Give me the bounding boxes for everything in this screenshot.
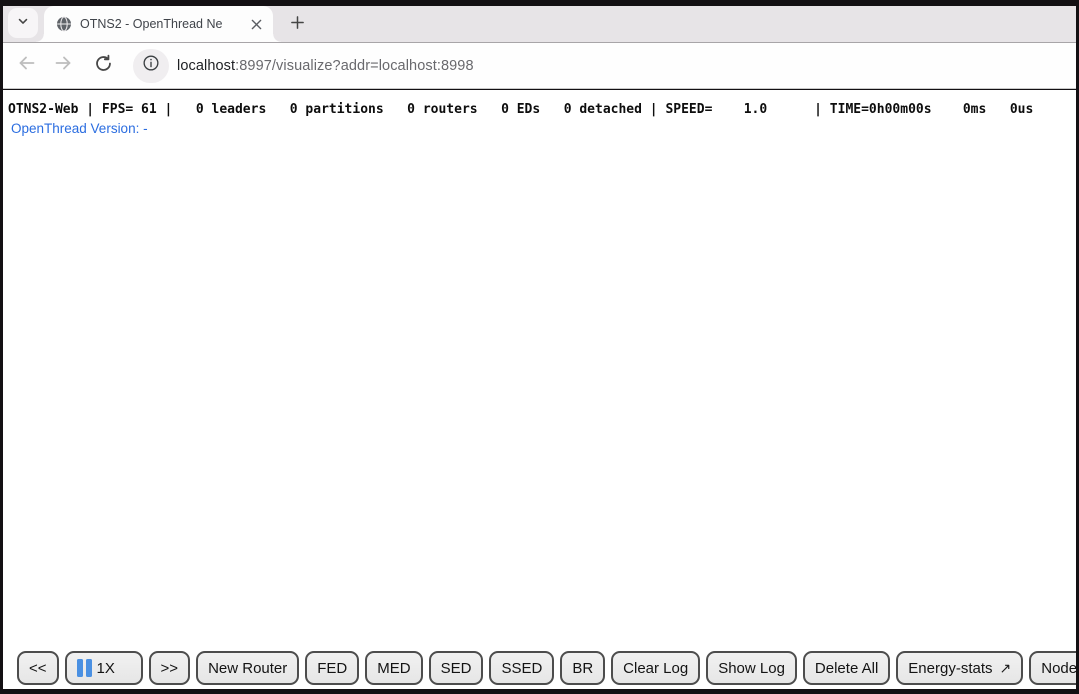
info-icon	[142, 54, 160, 77]
url-host: localhost	[177, 58, 235, 74]
delete-all-button[interactable]: Delete All	[803, 651, 890, 685]
url-path: :8997/visualize?addr=localhost:8998	[235, 58, 474, 74]
tab-close-icon[interactable]	[247, 15, 265, 33]
browser-window: OTNS2 - OpenThread Ne	[0, 0, 1079, 694]
energy-stats-button[interactable]: Energy-stats ↗	[896, 651, 1023, 685]
new-tab-button[interactable]	[283, 11, 311, 39]
openthread-version-link[interactable]: OpenThread Version: -	[11, 121, 148, 136]
external-link-arrow-icon: ↗	[1000, 660, 1012, 677]
back-button[interactable]	[13, 52, 41, 80]
forward-button[interactable]	[49, 52, 77, 80]
speed-label: 1X	[97, 660, 115, 677]
node-stats-button[interactable]: Node-stats ↗	[1029, 651, 1076, 685]
browser-tab[interactable]: OTNS2 - OpenThread Ne	[44, 6, 273, 42]
speed-up-button[interactable]: >>	[149, 651, 191, 685]
globe-favicon-icon	[56, 16, 72, 32]
page-content: OTNS2-Web | FPS= 61 | 0 leaders 0 partit…	[3, 90, 1076, 689]
clear-log-button[interactable]: Clear Log	[611, 651, 700, 685]
fed-button[interactable]: FED	[305, 651, 359, 685]
address-bar: localhost:8997/visualize?addr=localhost:…	[3, 43, 1076, 89]
speed-pause-button[interactable]: 1X	[65, 651, 143, 685]
reload-icon	[94, 54, 113, 78]
new-router-button[interactable]: New Router	[196, 651, 299, 685]
tab-search-button[interactable]	[8, 8, 38, 38]
simulator-status-line: OTNS2-Web | FPS= 61 | 0 leaders 0 partit…	[3, 90, 1076, 118]
med-button[interactable]: MED	[365, 651, 422, 685]
sed-button[interactable]: SED	[429, 651, 484, 685]
br-button[interactable]: BR	[560, 651, 605, 685]
tab-strip: OTNS2 - OpenThread Ne	[3, 6, 1076, 43]
ssed-button[interactable]: SSED	[489, 651, 554, 685]
site-info-chip[interactable]	[133, 49, 169, 83]
tab-title: OTNS2 - OpenThread Ne	[80, 16, 241, 32]
pause-icon	[77, 659, 92, 677]
speed-down-button[interactable]: <<	[17, 651, 59, 685]
simulator-toolbar: << 1X >> New Router FED MED SED SSED BR …	[17, 651, 1076, 685]
address-input[interactable]: localhost:8997/visualize?addr=localhost:…	[177, 58, 474, 74]
forward-arrow-icon	[53, 53, 73, 78]
back-arrow-icon	[17, 53, 37, 78]
chevron-down-icon	[16, 14, 30, 33]
show-log-button[interactable]: Show Log	[706, 651, 797, 685]
reload-button[interactable]	[89, 52, 117, 80]
plus-icon	[290, 15, 305, 35]
